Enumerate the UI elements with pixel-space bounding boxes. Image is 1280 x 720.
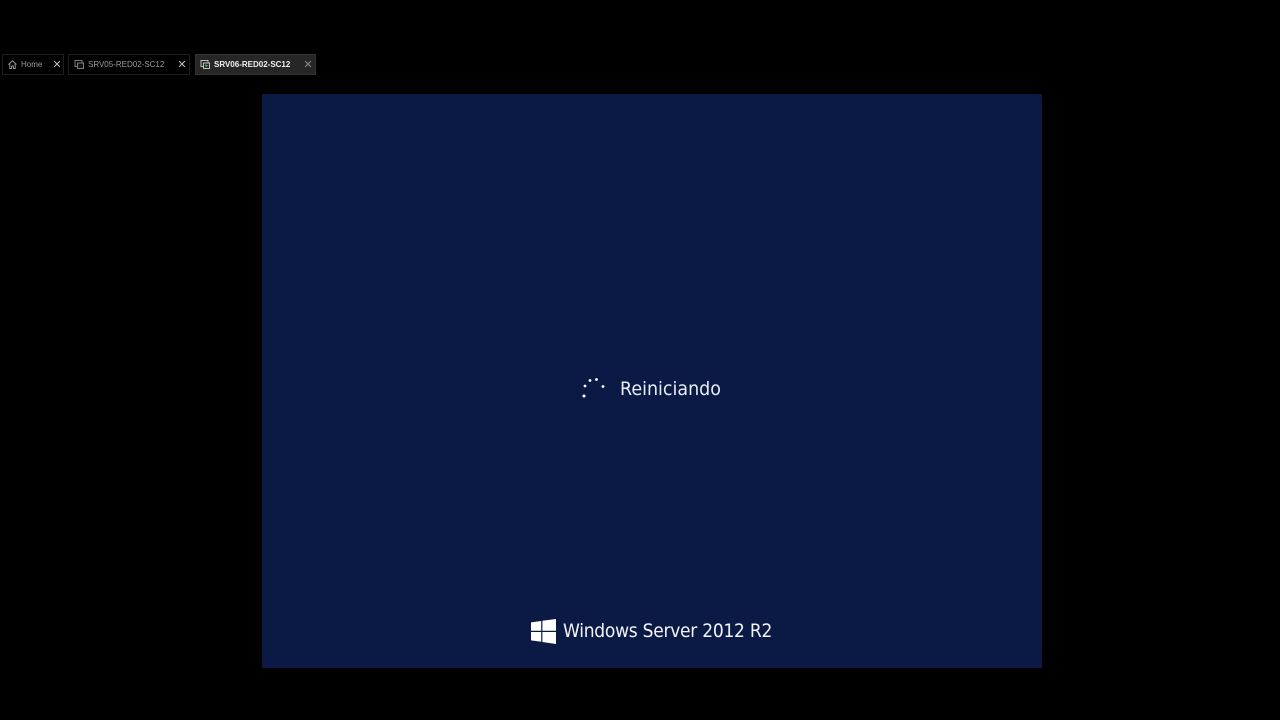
- close-icon[interactable]: ✕: [51, 58, 63, 72]
- vm-running-icon: [200, 59, 211, 70]
- tab-home[interactable]: Home ✕: [2, 54, 64, 75]
- restart-status: Reiniciando: [580, 373, 730, 405]
- product-name: Windows Server 2012 R2: [563, 620, 773, 642]
- home-icon: [7, 59, 18, 70]
- tab-label: Home: [21, 60, 43, 69]
- tab-bar: Home ✕ SRV05-RED02-SC12 ✕ SRV06-RED02-SC…: [0, 54, 1280, 75]
- close-icon[interactable]: ✕: [176, 58, 188, 72]
- status-text: Reiniciando: [620, 378, 721, 400]
- tab-srv06[interactable]: SRV06-RED02-SC12 ✕: [195, 54, 316, 75]
- vm-console-screen[interactable]: Reiniciando Windows Server 2012 R2: [262, 94, 1042, 668]
- tab-srv05[interactable]: SRV05-RED02-SC12 ✕: [68, 54, 190, 75]
- tab-label: SRV05-RED02-SC12: [88, 60, 165, 69]
- windows-logo-icon: [531, 618, 556, 644]
- windows-server-branding: Windows Server 2012 R2: [531, 616, 795, 646]
- loading-spinner-icon: [580, 374, 610, 404]
- close-icon[interactable]: ✕: [302, 58, 314, 72]
- vm-icon: [74, 59, 85, 70]
- tab-label: SRV06-RED02-SC12: [214, 60, 291, 69]
